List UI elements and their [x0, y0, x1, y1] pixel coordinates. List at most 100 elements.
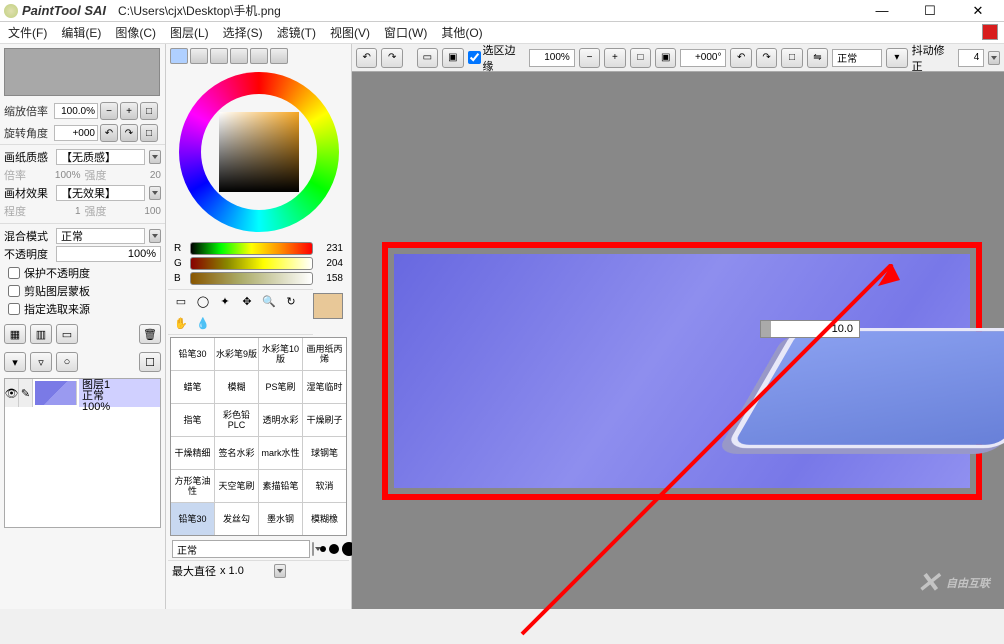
- zoom-tool-icon[interactable]: 🔍: [260, 292, 278, 310]
- clipping-mask-checkbox[interactable]: [8, 285, 20, 297]
- menu-view[interactable]: 视图(V): [330, 24, 370, 41]
- undo-button[interactable]: ↶: [356, 48, 377, 68]
- scratchpad-tab-icon[interactable]: [270, 48, 288, 64]
- menu-filter[interactable]: 滤镜(T): [277, 24, 316, 41]
- brush-cell[interactable]: 模糊橡: [303, 503, 346, 535]
- angle-readout[interactable]: [680, 49, 726, 67]
- brush-cell[interactable]: 发丝勾: [215, 503, 258, 535]
- menu-window[interactable]: 窗口(W): [384, 24, 427, 41]
- minimize-button[interactable]: —: [868, 2, 896, 20]
- brush-cell[interactable]: 软消: [303, 470, 346, 502]
- stabilizer-input[interactable]: [958, 49, 984, 67]
- brush-cell[interactable]: 画用纸丙烯: [303, 338, 346, 370]
- canvas-area[interactable]: 10.0 ✕ 自由互联: [352, 72, 1004, 609]
- flatten-button[interactable]: ☐: [139, 352, 161, 372]
- opacity-slider[interactable]: 100%: [56, 246, 161, 262]
- brush-cell[interactable]: 签名水彩: [215, 437, 258, 469]
- stabilizer-dropdown-icon[interactable]: [988, 51, 1000, 65]
- new-layer-button[interactable]: ▦: [4, 324, 26, 344]
- rot-cw-tb[interactable]: ↷: [756, 48, 777, 68]
- brush-blend-input[interactable]: [172, 540, 310, 558]
- current-color-swatch[interactable]: [313, 293, 343, 319]
- brush-cell[interactable]: 素描铅笔: [259, 470, 302, 502]
- brush-cell[interactable]: 墨水钢: [259, 503, 302, 535]
- display-mode-button[interactable]: ▾: [886, 48, 907, 68]
- brush-cell[interactable]: 模糊: [215, 371, 258, 403]
- transfer-down-button[interactable]: ▿: [30, 352, 52, 372]
- lasso-icon[interactable]: ◯: [194, 292, 212, 310]
- menu-file[interactable]: 文件(F): [8, 24, 47, 41]
- menu-other[interactable]: 其他(O): [441, 24, 482, 41]
- rotate-cw-button[interactable]: ↷: [120, 124, 138, 142]
- effect-dropdown-icon[interactable]: [149, 186, 161, 200]
- paper-texture-dropdown-icon[interactable]: [149, 150, 161, 164]
- rotate-tool-icon[interactable]: ↻: [282, 292, 300, 310]
- color-wheel[interactable]: [179, 72, 339, 232]
- brush-cell[interactable]: 干燥刷子: [303, 404, 346, 436]
- brush-cell[interactable]: mark水性: [259, 437, 302, 469]
- clear-layer-button[interactable]: ○: [56, 352, 78, 372]
- zoom-input[interactable]: [54, 103, 98, 119]
- delete-layer-button[interactable]: 🗑: [139, 324, 161, 344]
- brush-cell[interactable]: 球钢笔: [303, 437, 346, 469]
- brush-cell[interactable]: 湿笔临时: [303, 371, 346, 403]
- menu-edit[interactable]: 编辑(E): [61, 24, 101, 41]
- new-folder-button[interactable]: ▭: [56, 324, 78, 344]
- magic-wand-icon[interactable]: ✦: [216, 292, 234, 310]
- zoom-in-button[interactable]: +: [120, 102, 138, 120]
- b-slider[interactable]: [190, 272, 313, 285]
- maximize-button[interactable]: ☐: [916, 2, 944, 20]
- selection-edge-checkbox[interactable]: [468, 51, 481, 64]
- invert-sel-button[interactable]: ▣: [442, 48, 463, 68]
- hsv-slider-tab-icon[interactable]: [210, 48, 228, 64]
- rgb-slider-tab-icon[interactable]: [190, 48, 208, 64]
- effect-select[interactable]: 【无效果】: [56, 185, 145, 201]
- navigator-preview[interactable]: [4, 48, 160, 96]
- display-mode-input[interactable]: [832, 49, 882, 67]
- brush-cell[interactable]: 干燥精细: [171, 437, 214, 469]
- r-slider[interactable]: [190, 242, 313, 255]
- brush-cell[interactable]: 铅笔30: [171, 503, 214, 535]
- eyedropper-icon[interactable]: 💧: [194, 314, 212, 332]
- blend-mode-select[interactable]: 正常: [56, 228, 145, 244]
- zoom-in-tb[interactable]: +: [604, 48, 625, 68]
- merge-down-button[interactable]: ▾: [4, 352, 26, 372]
- hand-tool-icon[interactable]: ✋: [172, 314, 190, 332]
- deselect-button[interactable]: ▭: [417, 48, 438, 68]
- blend-dropdown-icon[interactable]: [149, 229, 161, 243]
- flip-h-tb[interactable]: ⇋: [807, 48, 828, 68]
- rotate-reset-button[interactable]: □: [140, 124, 158, 142]
- paper-texture-select[interactable]: 【无质感】: [56, 149, 145, 165]
- brush-blend-dropdown-icon[interactable]: [312, 542, 314, 556]
- brush-cell[interactable]: 铅笔30: [171, 338, 214, 370]
- zoom-readout[interactable]: [529, 49, 575, 67]
- shape-small-icon[interactable]: [329, 544, 339, 554]
- preserve-opacity-checkbox[interactable]: [8, 267, 20, 279]
- brush-cell[interactable]: 天空笔刷: [215, 470, 258, 502]
- menu-select[interactable]: 选择(S): [223, 24, 263, 41]
- edit-icon[interactable]: ✎: [19, 379, 33, 407]
- move-icon[interactable]: ✥: [238, 292, 256, 310]
- brush-cell[interactable]: 指笔: [171, 404, 214, 436]
- menu-image[interactable]: 图像(C): [115, 24, 156, 41]
- rot-ccw-tb[interactable]: ↶: [730, 48, 751, 68]
- zoom-fit-tb[interactable]: □: [630, 48, 651, 68]
- redo-button[interactable]: ↷: [381, 48, 402, 68]
- rotate-ccw-button[interactable]: ↶: [100, 124, 118, 142]
- rotate-input[interactable]: [54, 125, 98, 141]
- brush-cell[interactable]: PS笔刷: [259, 371, 302, 403]
- new-linework-button[interactable]: ▥: [30, 324, 52, 344]
- layer-item[interactable]: 👁 ✎ 图层1 正常 100%: [5, 379, 160, 407]
- brush-cell[interactable]: 水彩笔9版: [215, 338, 258, 370]
- brush-cell[interactable]: 方形笔油性: [171, 470, 214, 502]
- brush-cell[interactable]: 彩色铅PLC: [215, 404, 258, 436]
- swatch-tab-icon[interactable]: [250, 48, 268, 64]
- brush-size-popup[interactable]: 10.0: [760, 320, 860, 338]
- selection-source-checkbox[interactable]: [8, 303, 20, 315]
- brush-cell[interactable]: 水彩笔10版: [259, 338, 302, 370]
- color-wheel-tab-icon[interactable]: [170, 48, 188, 64]
- visibility-icon[interactable]: 👁: [5, 379, 19, 407]
- rot-reset-tb[interactable]: □: [781, 48, 802, 68]
- g-slider[interactable]: [190, 257, 313, 270]
- zoom-out-button[interactable]: −: [100, 102, 118, 120]
